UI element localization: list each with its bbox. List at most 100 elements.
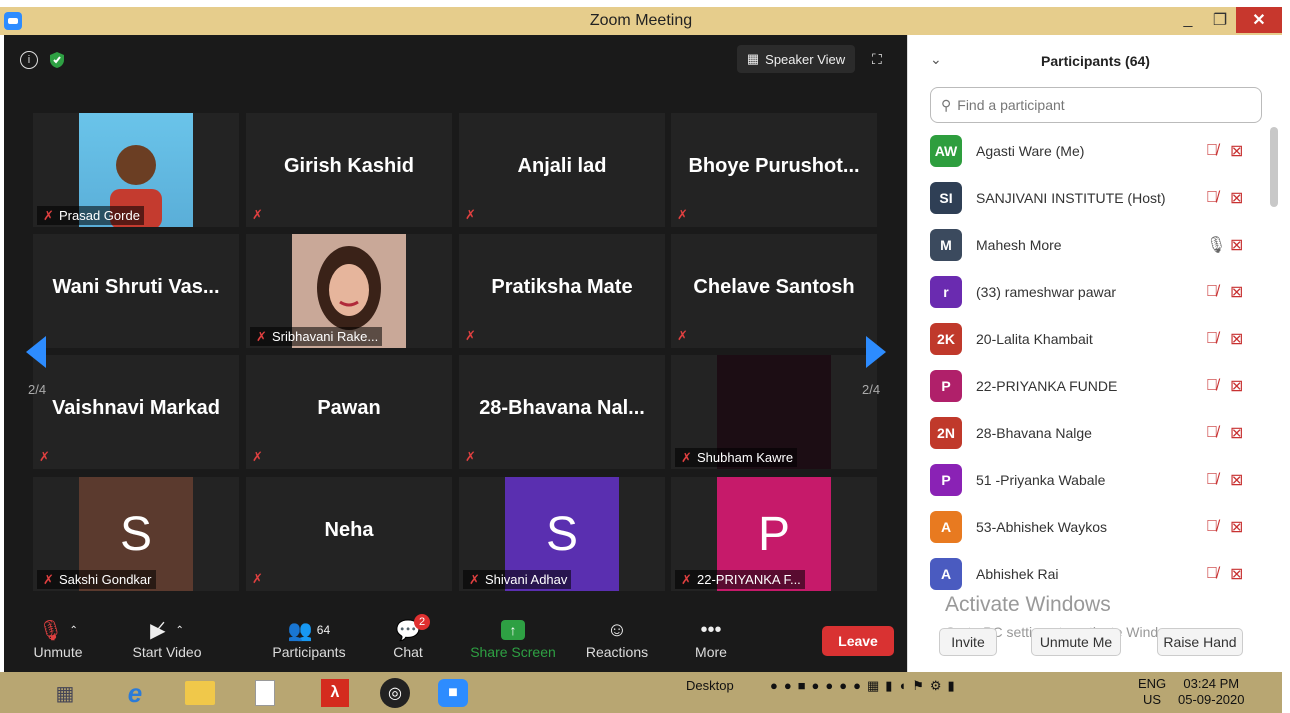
video-off-icon[interactable]: ⊠ [1230,564,1243,584]
video-tile[interactable]: Neha ✗ [246,477,452,591]
mic-muted-icon[interactable]: 🎙̸ [1206,424,1218,442]
speaker-view-button[interactable]: ▦ Speaker View [737,45,855,73]
info-icon[interactable]: i [20,51,38,69]
participants-title: Participants (64) [1041,53,1150,69]
participant-label: Sakshi Gondkar [37,570,156,589]
mic-muted-icon: ✗ [252,207,263,222]
video-tile[interactable]: Prasad Gorde [33,113,239,227]
participant-row[interactable]: SI SANJIVANI INSTITUTE (Host) 🎙̸ ⊠ [908,174,1268,221]
video-tile[interactable]: Girish Kashid ✗ [246,113,452,227]
video-off-icon: ▶̸ [150,619,166,642]
leave-button[interactable]: Leave [822,626,894,656]
mic-muted-icon: ✗ [465,328,476,343]
video-tile[interactable]: Pratiksha Mate ✗ [459,234,665,348]
participant-name: Pawan [317,397,381,419]
previous-page-arrow[interactable] [26,336,46,368]
participant-row-name: 28-Bhavana Nalge [976,424,1092,441]
participant-name: Chelave Santosh [693,276,855,298]
mic-muted-icon[interactable]: 🎙̸ [1206,518,1218,536]
video-off-icon[interactable]: ⊠ [1230,329,1243,349]
chevron-up-icon[interactable]: ⌃ [70,625,78,636]
mic-muted-icon[interactable]: 🎙̸ [1206,283,1218,301]
video-off-icon[interactable]: ⊠ [1230,282,1243,302]
system-tray-icons[interactable]: ●●■●●●●▦▮◖⚑⚙▮ [770,678,961,694]
folder-icon[interactable] [175,676,225,710]
video-tile[interactable]: Vaishnavi Markad ✗ [33,355,239,469]
video-tile[interactable]: Pawan ✗ [246,355,452,469]
next-page-arrow[interactable] [866,336,886,368]
video-off-icon[interactable]: ⊠ [1230,423,1243,443]
video-off-icon[interactable]: ⊠ [1230,517,1243,537]
unmute-me-button[interactable]: Unmute Me [1031,628,1121,656]
participant-row-name: Mahesh More [976,236,1062,253]
video-tile[interactable]: 28-Bhavana Nal... ✗ [459,355,665,469]
file-explorer-icon[interactable]: ▦ [40,676,90,710]
video-tile[interactable]: Wani Shruti Vas... [33,234,239,348]
mic-muted-icon[interactable]: 🎙̸ [1206,142,1218,160]
participant-row[interactable]: AW Agasti Ware (Me) 🎙̸ ⊠ [908,127,1268,174]
mic-icon[interactable]: 🎙 [1206,235,1226,255]
video-off-icon[interactable]: ⊠ [1230,188,1243,208]
video-tile[interactable]: Sribhavani Rake... [246,234,452,348]
language-indicator[interactable]: ENG US [1138,676,1166,708]
fullscreen-icon[interactable]: ⛶ [872,51,888,67]
participant-row[interactable]: A Abhishek Rai 🎙̸ ⊠ [908,550,1268,597]
participant-row-name: 51 -Priyanka Wabale [976,471,1106,488]
video-off-icon[interactable]: ⊠ [1230,376,1243,396]
unmute-button[interactable]: 🎙 ⌃ Unmute [28,616,88,661]
share-screen-button[interactable]: ↑ Share Screen [468,616,558,660]
desktop-toolbar[interactable]: Desktop [686,678,734,693]
maximize-button[interactable]: ❐ [1204,7,1236,33]
minimize-button[interactable]: _ [1172,7,1204,33]
mic-muted-icon[interactable]: 🎙̸ [1206,330,1218,348]
video-tile[interactable]: P 22-PRIYANKA F... [671,477,877,591]
pdf-reader-icon[interactable]: λ [310,676,360,710]
mic-muted-icon[interactable]: 🎙̸ [1206,565,1218,583]
start-video-button[interactable]: ▶̸ ⌃ Start Video [122,616,212,661]
video-tile[interactable]: Shubham Kawre [671,355,877,469]
shield-icon[interactable] [48,51,66,69]
participant-label: Shubham Kawre [675,448,798,467]
participant-row[interactable]: P 51 -Priyanka Wabale 🎙̸ ⊠ [908,456,1268,503]
video-off-icon[interactable]: ⊠ [1230,141,1243,161]
participant-row[interactable]: 2N 28-Bhavana Nalge 🎙̸ ⊠ [908,409,1268,456]
participant-row[interactable]: P 22-PRIYANKA FUNDE 🎙̸ ⊠ [908,362,1268,409]
obs-icon[interactable]: ◎ [370,676,420,710]
chevron-up-icon[interactable]: ⌃ [176,625,184,636]
participant-avatar: M [930,228,962,261]
taskbar-clock[interactable]: 03:24 PM 05-09-2020 [1178,676,1245,708]
mic-muted-icon: ✗ [465,449,476,464]
windows-taskbar: ▦ e λ ◎ ■ Desktop ●●■●●●●▦▮◖⚑⚙▮ ENG US 0… [0,672,1282,713]
mic-muted-icon[interactable]: 🎙̸ [1206,471,1218,489]
participant-row[interactable]: 2K 20-Lalita Khambait 🎙̸ ⊠ [908,315,1268,362]
mic-muted-icon[interactable]: 🎙̸ [1206,377,1218,395]
more-icon: ••• [700,618,722,641]
participant-row[interactable]: M Mahesh More 🎙 ⊠ [908,221,1268,268]
raise-hand-button[interactable]: Raise Hand [1157,628,1243,656]
video-tile[interactable]: Chelave Santosh ✗ [671,234,877,348]
participant-search-input[interactable]: ⚲ Find a participant [930,87,1262,123]
zoom-taskbar-icon[interactable]: ■ [428,676,478,710]
video-tile[interactable]: Bhoye Purushot... ✗ [671,113,877,227]
chat-button[interactable]: 💬 2 Chat [388,614,430,660]
video-tile[interactable]: Anjali lad ✗ [459,113,665,227]
panel-scrollbar[interactable] [1270,127,1278,207]
mic-muted-icon: ✗ [677,328,688,343]
internet-explorer-icon[interactable]: e [110,676,160,710]
invite-button[interactable]: Invite [939,628,997,656]
video-tile[interactable]: S Shivani Adhav [459,477,665,591]
participants-button[interactable]: 👥 64 Participants [268,616,350,661]
video-tile[interactable]: S Sakshi Gondkar [33,477,239,591]
video-off-icon[interactable]: ⊠ [1230,235,1243,255]
document-icon[interactable] [240,676,290,710]
mic-muted-icon: ✗ [252,449,263,464]
participant-row[interactable]: A 53-Abhishek Waykos 🎙̸ ⊠ [908,503,1268,550]
mic-muted-icon: ✗ [252,571,263,586]
close-button[interactable]: ✕ [1236,7,1282,33]
mic-muted-icon[interactable]: 🎙̸ [1206,189,1218,207]
zoom-app-icon [4,12,22,30]
participant-row[interactable]: r (33) rameshwar pawar 🎙̸ ⊠ [908,268,1268,315]
more-button[interactable]: ••• More [690,616,732,661]
video-off-icon[interactable]: ⊠ [1230,470,1243,490]
reactions-button[interactable]: ☺ Reactions [584,616,650,661]
